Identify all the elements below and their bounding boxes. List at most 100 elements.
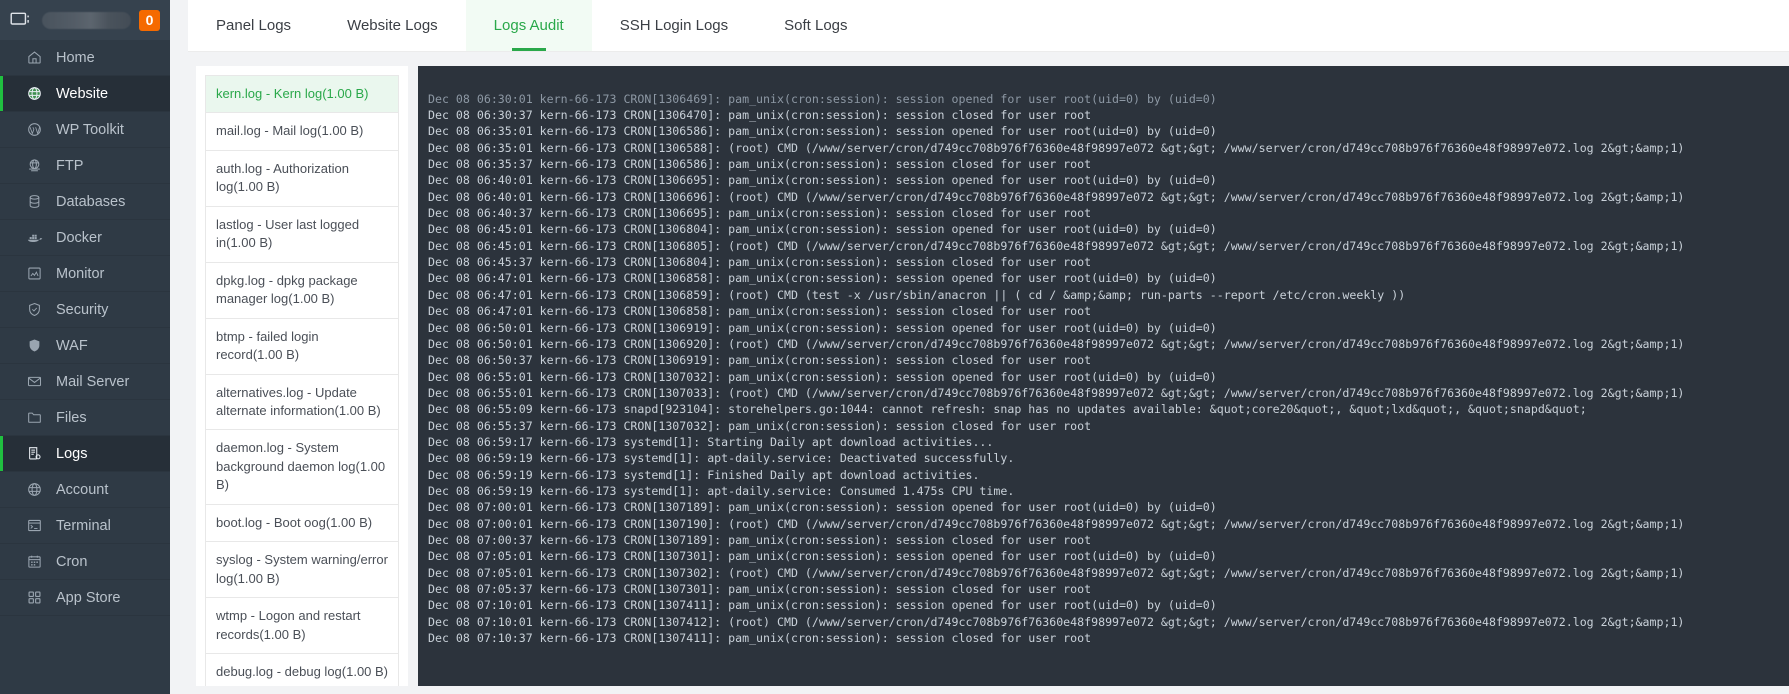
log-line: Dec 08 06:59:17 kern-66-173 systemd[1]: … — [428, 434, 994, 449]
sidebar-item-label: Files — [56, 409, 87, 426]
log-line: Dec 08 06:55:37 kern-66-173 CRON[1307032… — [428, 418, 1092, 433]
sidebar-item-label: WP Toolkit — [56, 121, 124, 138]
list-item[interactable]: auth.log - Authorization log(1.00 B) — [206, 151, 398, 207]
sidebar-item-files[interactable]: Files — [0, 400, 170, 436]
tab-logs-audit[interactable]: Logs Audit — [465, 0, 592, 51]
log-line: Dec 08 06:40:37 kern-66-173 CRON[1306695… — [428, 206, 1092, 221]
sidebar-item-databases[interactable]: Databases — [0, 184, 170, 220]
ftp-globe-icon — [26, 157, 43, 174]
log-line: Dec 08 07:05:01 kern-66-173 CRON[1307302… — [428, 565, 1685, 580]
log-line: Dec 08 07:10:37 kern-66-173 CRON[1307411… — [428, 631, 1092, 646]
sidebar-item-home[interactable]: Home — [0, 40, 170, 76]
log-line: Dec 08 06:40:01 kern-66-173 CRON[1306696… — [428, 189, 1685, 204]
main-area: Panel Logs Website Logs Logs Audit SSH L… — [170, 0, 1789, 694]
log-line: Dec 08 07:00:01 kern-66-173 CRON[1307189… — [428, 500, 1217, 515]
sidebar-header: 0 — [0, 0, 170, 40]
log-line: Dec 08 06:35:37 kern-66-173 CRON[1306586… — [428, 157, 1092, 172]
log-line: Dec 08 06:47:01 kern-66-173 CRON[1306858… — [428, 271, 1217, 286]
list-item[interactable]: kern.log - Kern log(1.00 B) — [206, 76, 398, 114]
list-item[interactable]: debug.log - debug log(1.00 B) — [206, 654, 398, 686]
log-line: Dec 08 06:50:37 kern-66-173 CRON[1306919… — [428, 353, 1092, 368]
log-line: Dec 08 06:50:01 kern-66-173 CRON[1306920… — [428, 336, 1685, 351]
sidebar-item-label: Databases — [56, 193, 126, 210]
sidebar-item-ftp[interactable]: FTP — [0, 148, 170, 184]
log-lines-container: Dec 08 06:30:01 kern-66-173 CRON[1306469… — [428, 91, 1789, 647]
chart-icon — [26, 265, 43, 282]
docker-icon — [26, 229, 43, 246]
sidebar-item-label: Cron — [56, 553, 88, 570]
list-item[interactable]: boot.log - Boot oog(1.00 B) — [206, 505, 398, 543]
terminal-icon — [26, 517, 43, 534]
globe-icon — [26, 85, 43, 102]
list-item[interactable]: btmp - failed login record(1.00 B) — [206, 319, 398, 375]
tab-panel-logs[interactable]: Panel Logs — [188, 0, 319, 51]
mail-icon — [26, 373, 43, 390]
tab-soft-logs[interactable]: Soft Logs — [756, 0, 875, 51]
log-line: Dec 08 07:00:37 kern-66-173 CRON[1307189… — [428, 532, 1092, 547]
folder-icon — [26, 409, 43, 426]
log-line: Dec 08 06:47:01 kern-66-173 CRON[1306859… — [428, 287, 1406, 302]
log-line: Dec 08 06:47:01 kern-66-173 CRON[1306858… — [428, 304, 1092, 319]
calendar-icon — [26, 553, 43, 570]
log-viewer[interactable]: Dec 08 06:30:01 kern-66-173 CRON[1306469… — [418, 66, 1789, 686]
sidebar-item-label: Logs — [56, 445, 88, 462]
list-item[interactable]: syslog - System warning/error log(1.00 B… — [206, 542, 398, 599]
tabbar: Panel Logs Website Logs Logs Audit SSH L… — [188, 0, 1789, 52]
log-line: Dec 08 06:55:01 kern-66-173 CRON[1307033… — [428, 385, 1685, 400]
log-line: Dec 08 06:40:01 kern-66-173 CRON[1306695… — [428, 173, 1217, 188]
sidebar-item-label: Mail Server — [56, 373, 130, 390]
content-area: kern.log - Kern log(1.00 B) mail.log - M… — [188, 52, 1789, 694]
sidebar-item-label: Security — [56, 301, 109, 318]
log-line: Dec 08 06:30:01 kern-66-173 CRON[1306469… — [428, 91, 1217, 106]
log-line: Dec 08 06:59:19 kern-66-173 systemd[1]: … — [428, 451, 1015, 466]
sidebar-item-logs[interactable]: Logs — [0, 436, 170, 472]
log-line: Dec 08 06:45:01 kern-66-173 CRON[1306804… — [428, 222, 1217, 237]
list-item[interactable]: daemon.log - System background daemon lo… — [206, 430, 398, 505]
sidebar-item-cron[interactable]: Cron — [0, 544, 170, 580]
sidebar-item-app-store[interactable]: App Store — [0, 580, 170, 616]
notification-badge[interactable]: 0 — [139, 9, 160, 31]
logs-icon — [26, 445, 43, 462]
sidebar-item-label: Account — [56, 481, 109, 498]
sidebar-nav: Home Website WP Toolkit FTP Databases Do… — [0, 40, 170, 694]
sidebar-item-security[interactable]: Security — [0, 292, 170, 328]
log-line: Dec 08 07:10:01 kern-66-173 CRON[1307412… — [428, 614, 1685, 629]
account-globe-icon — [26, 481, 43, 498]
log-line: Dec 08 06:50:01 kern-66-173 CRON[1306919… — [428, 320, 1217, 335]
sidebar-item-label: FTP — [56, 157, 84, 174]
log-line: Dec 08 07:05:37 kern-66-173 CRON[1307301… — [428, 582, 1092, 596]
sidebar-item-monitor[interactable]: Monitor — [0, 256, 170, 292]
sidebar-item-mail-server[interactable]: Mail Server — [0, 364, 170, 400]
sidebar-item-label: Website — [56, 85, 109, 102]
apps-icon — [26, 589, 43, 606]
list-item[interactable]: alternatives.log - Update alternate info… — [206, 375, 398, 431]
log-file-list: kern.log - Kern log(1.00 B) mail.log - M… — [205, 75, 399, 686]
tab-website-logs[interactable]: Website Logs — [319, 0, 466, 51]
database-icon — [26, 193, 43, 210]
list-item[interactable]: dpkg.log - dpkg package manager log(1.00… — [206, 263, 398, 319]
sidebar-item-docker[interactable]: Docker — [0, 220, 170, 256]
list-item[interactable]: mail.log - Mail log(1.00 B) — [206, 113, 398, 151]
tab-ssh-login-logs[interactable]: SSH Login Logs — [592, 0, 756, 51]
sidebar: 0 Home Website WP Toolkit FTP Databases … — [0, 0, 170, 694]
sidebar-item-website[interactable]: Website — [0, 76, 170, 112]
sidebar-item-label: Monitor — [56, 265, 105, 282]
home-icon — [26, 49, 43, 66]
log-line: Dec 08 06:35:01 kern-66-173 CRON[1306586… — [428, 124, 1217, 139]
sidebar-item-account[interactable]: Account — [0, 472, 170, 508]
log-line: Dec 08 06:59:19 kern-66-173 systemd[1]: … — [428, 483, 1015, 498]
list-item[interactable]: wtmp - Logon and restart records(1.00 B) — [206, 598, 398, 655]
sidebar-item-terminal[interactable]: Terminal — [0, 508, 170, 544]
sidebar-item-wp-toolkit[interactable]: WP Toolkit — [0, 112, 170, 148]
log-line: Dec 08 07:00:01 kern-66-173 CRON[1307190… — [428, 516, 1685, 531]
wordpress-icon — [26, 121, 43, 138]
log-line: Dec 08 06:55:09 kern-66-173 snapd[923104… — [428, 402, 1587, 417]
shield-filled-icon — [26, 337, 43, 354]
list-item[interactable]: lastlog - User last logged in(1.00 B) — [206, 207, 398, 263]
sidebar-item-label: WAF — [56, 337, 88, 354]
log-line: Dec 08 06:45:01 kern-66-173 CRON[1306805… — [428, 238, 1685, 253]
masked-site-title — [42, 11, 131, 29]
sidebar-item-label: Docker — [56, 229, 102, 246]
shield-check-icon — [26, 301, 43, 318]
sidebar-item-waf[interactable]: WAF — [0, 328, 170, 364]
